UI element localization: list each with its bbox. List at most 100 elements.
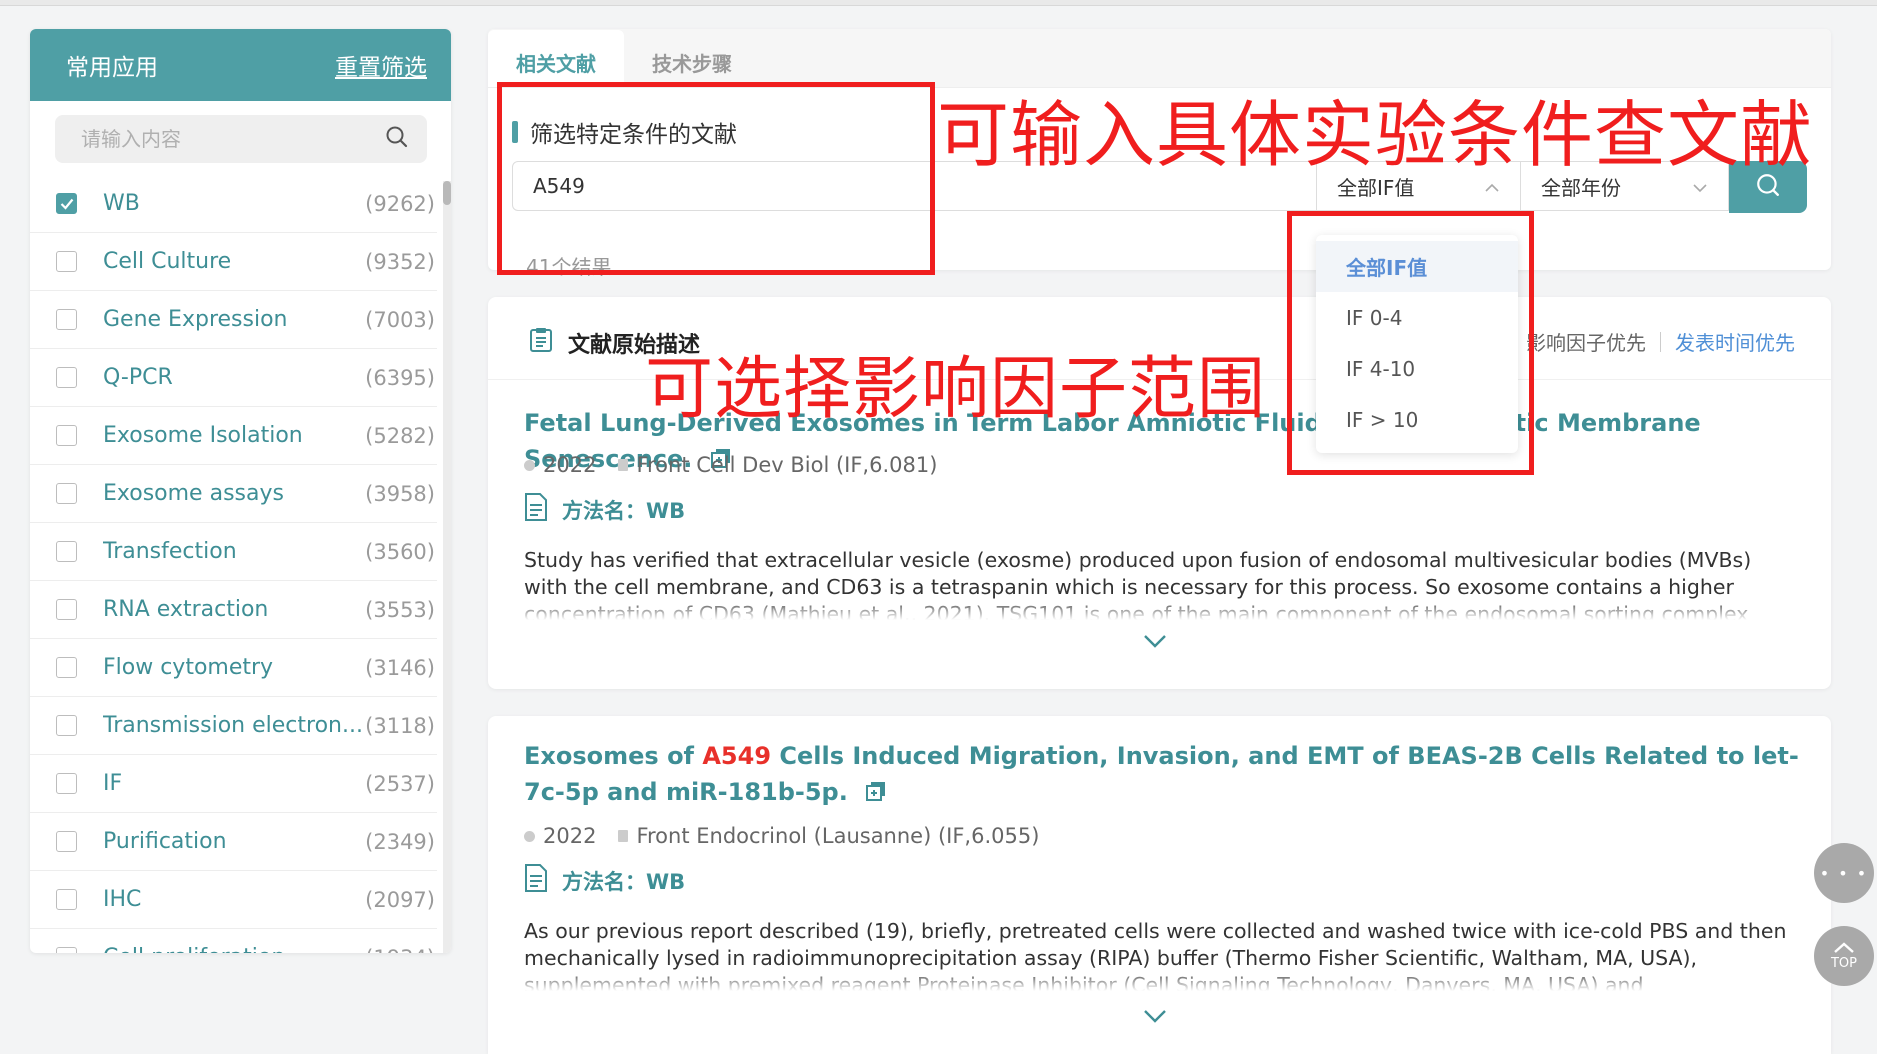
application-sidebar: 常用应用 重置筛选 WB (9262) Cell Culture (9352) Gene… <box>30 29 451 953</box>
sidebar-item-label: IHC <box>103 887 142 912</box>
annotation-box-if <box>1287 211 1534 475</box>
checkbox[interactable] <box>56 947 77 953</box>
chevron-up-icon <box>1834 941 1854 953</box>
journal-icon <box>618 830 629 842</box>
sidebar-item-count: (3146) <box>365 655 435 680</box>
sidebar-title: 常用应用 <box>66 55 158 81</box>
journal-icon <box>618 459 629 471</box>
sidebar-item-count: (3553) <box>365 597 435 622</box>
paper-abstract: Study has verified that extracellular ve… <box>524 547 1799 620</box>
top-border <box>0 0 1877 6</box>
sidebar-item-label: Exosome assays <box>103 481 284 506</box>
paper-meta: 2022 Front Endocrinol (Lausanne) (IF,6.0… <box>524 824 1039 848</box>
checkbox[interactable] <box>56 251 77 272</box>
paper-year: 2022 <box>543 453 597 477</box>
paper-year: 2022 <box>543 824 597 848</box>
sidebar-item-label: IF <box>103 771 123 796</box>
checkbox[interactable] <box>56 889 77 910</box>
sidebar-item[interactable]: Gene Expression (7003) <box>30 291 437 349</box>
top-label: TOP <box>1830 955 1857 971</box>
sidebar-item-count: (5282) <box>365 423 435 448</box>
expand-chevron-icon[interactable] <box>1142 1008 1168 1028</box>
paper-journal: Front Endocrinol (Lausanne) (IF,6.055) <box>636 824 1040 848</box>
sidebar-item[interactable]: Exosome Isolation (5282) <box>30 407 437 465</box>
sidebar-item-count: (3560) <box>365 539 435 564</box>
checkbox[interactable] <box>56 599 77 620</box>
checkbox[interactable] <box>56 425 77 446</box>
sidebar-search <box>55 115 427 163</box>
results-card: Exosomes of A549 Cells Induced Migration… <box>488 716 1831 1054</box>
sidebar-item-label: Flow cytometry <box>103 655 274 680</box>
paper-meta: 2022 Front Cell Dev Biol (IF,6.081) <box>524 453 937 477</box>
document-icon <box>524 864 548 897</box>
calendar-icon <box>524 830 535 842</box>
sort-by-publish-date[interactable]: 发表时间优先 <box>1675 327 1795 356</box>
sort-separator <box>1660 331 1661 352</box>
check-icon <box>60 198 73 210</box>
sidebar-item[interactable]: IF (2537) <box>30 755 437 813</box>
paper-method: 方法名：WB <box>524 864 685 897</box>
scrollbar-thumb[interactable] <box>443 181 451 205</box>
sidebar-item-label: Q-PCR <box>103 365 173 390</box>
sort-by-impact-factor[interactable]: 影响因子优先 <box>1526 327 1646 356</box>
paper-title-link[interactable]: Exosomes of A549 Cells Induced Migration… <box>524 738 1804 811</box>
checkbox[interactable] <box>56 773 77 794</box>
sidebar-item-label: Cell proliferation <box>103 945 365 953</box>
reset-filter-link[interactable]: 重置筛选 <box>335 48 427 82</box>
sidebar-item[interactable]: Exosome assays (3958) <box>30 465 437 523</box>
checkbox[interactable] <box>56 367 77 388</box>
sidebar-item[interactable]: Q-PCR (6395) <box>30 349 437 407</box>
checkbox[interactable] <box>56 483 77 504</box>
sidebar-item[interactable]: Transfection (3560) <box>30 523 437 581</box>
sidebar-item-label: WB <box>103 191 140 216</box>
sidebar-search-input[interactable] <box>79 126 383 152</box>
sidebar-item-count: (9352) <box>365 249 435 274</box>
sidebar-item-count: (7003) <box>365 307 435 332</box>
sidebar-item[interactable]: IHC (2097) <box>30 871 437 929</box>
checkbox[interactable] <box>56 193 77 214</box>
more-options-button[interactable]: • • • <box>1814 843 1874 903</box>
method-label: 方法名：WB <box>562 869 686 894</box>
sidebar-item[interactable]: Transmission electron... (3118) <box>30 697 437 755</box>
sidebar-item-label: Transfection <box>103 539 237 564</box>
calendar-icon <box>524 459 535 471</box>
sidebar-item-label: Transmission electron... <box>103 713 363 738</box>
sidebar-item-label: RNA extraction <box>103 597 269 622</box>
sidebar-item-count: (3958) <box>365 481 435 506</box>
annotation-text-if: 可选择影响因子范围 <box>645 350 1267 429</box>
annotation-box-keyword <box>497 82 935 275</box>
tab-related-literature[interactable]: 相关文献 <box>488 30 624 87</box>
sidebar-item[interactable]: RNA extraction (3553) <box>30 581 437 639</box>
sidebar-item[interactable]: Cell Culture (9352) <box>30 233 437 291</box>
paper-method: 方法名：WB <box>524 493 685 526</box>
sidebar-item[interactable]: Purification (2349) <box>30 813 437 871</box>
sidebar-item[interactable]: WB (9262) <box>30 175 437 233</box>
sidebar-item-count: (9262) <box>365 191 435 216</box>
back-to-top-button[interactable]: TOP <box>1814 926 1874 986</box>
paper-journal: Front Cell Dev Biol (IF,6.081) <box>636 453 938 477</box>
paper-title-prefix: Exosomes of <box>524 742 703 770</box>
sort-options: 影响因子优先 发表时间优先 <box>1526 327 1795 356</box>
checkbox[interactable] <box>56 715 77 736</box>
search-icon[interactable] <box>385 125 409 153</box>
method-label: 方法名：WB <box>562 498 686 523</box>
sidebar-item[interactable]: Cell proliferation(1934) <box>30 929 437 953</box>
sidebar-item-label: Cell Culture <box>103 249 232 274</box>
keyword-highlight: A549 <box>702 742 772 770</box>
expand-chevron-icon[interactable] <box>1142 633 1168 653</box>
sidebar-item-count: (2349) <box>365 829 435 854</box>
sidebar-list: WB (9262) Cell Culture (9352) Gene Expressio… <box>30 175 451 953</box>
checkbox[interactable] <box>56 541 77 562</box>
sidebar-item-label: Gene Expression <box>103 307 288 332</box>
sidebar-item-count: (3118) <box>365 713 435 738</box>
checkbox[interactable] <box>56 657 77 678</box>
checkbox[interactable] <box>56 831 77 852</box>
sidebar-item[interactable]: Flow cytometry (3146) <box>30 639 437 697</box>
annotation-text-keyword: 可输入具体实验条件查文献 <box>937 93 1814 177</box>
sidebar-item-count: (2537) <box>365 771 435 796</box>
sidebar-item-count: (1934) <box>365 946 435 954</box>
sidebar-scrollbar[interactable] <box>443 181 451 953</box>
external-link-icon[interactable] <box>866 775 886 811</box>
checkbox[interactable] <box>56 309 77 330</box>
sidebar-item-count: (6395) <box>365 365 435 390</box>
